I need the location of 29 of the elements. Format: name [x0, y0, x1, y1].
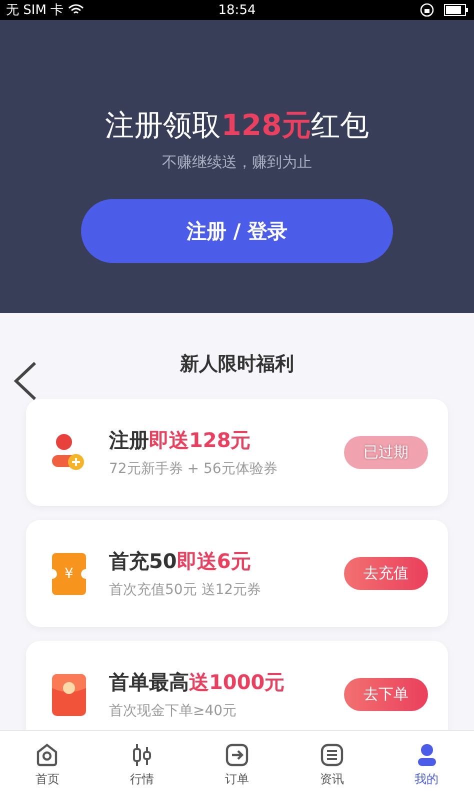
tab-item[interactable]: 订单	[190, 731, 284, 799]
section-title: 新人限时福利	[180, 352, 294, 377]
offer-title: 首充50即送6元	[109, 548, 252, 575]
offer-button[interactable]: 去充值	[344, 557, 428, 590]
offer-title: 首单最高送1000元	[109, 669, 286, 696]
offer-description: 首次现金下单≥40元	[109, 702, 238, 720]
tab-item[interactable]: 行情	[94, 731, 190, 799]
offer-description: 首次充值50元 送12元券	[109, 581, 262, 599]
offer-button[interactable]: 去下单	[344, 678, 428, 711]
tab-item[interactable]: 资讯	[284, 731, 380, 799]
offer-title: 注册即送128元	[109, 427, 252, 454]
arrow-square-icon	[224, 742, 249, 766]
battery-icon	[444, 4, 468, 16]
offer-description: 72元新手券 + 56元体验券	[109, 460, 278, 478]
register-login-button[interactable]: 注册 / 登录	[81, 199, 393, 263]
list-icon	[320, 742, 344, 766]
tab-item[interactable]: 我的	[379, 731, 474, 799]
promo-subtitle: 不赚继续送，赚到为止	[162, 153, 312, 172]
ticket-icon: ¥	[52, 552, 86, 594]
promo-title: 注册领取128元红包	[105, 107, 369, 144]
home-icon	[35, 742, 60, 766]
envelope-icon	[52, 674, 86, 716]
wifi-icon	[68, 4, 84, 16]
rotation-lock-icon	[420, 3, 434, 17]
back-icon[interactable]	[12, 361, 38, 401]
carrier-text: 无 SIM 卡	[6, 2, 64, 19]
user-add-icon	[52, 432, 86, 472]
clock-text: 18:54	[218, 2, 256, 18]
tab-item[interactable]: 首页	[0, 731, 95, 799]
